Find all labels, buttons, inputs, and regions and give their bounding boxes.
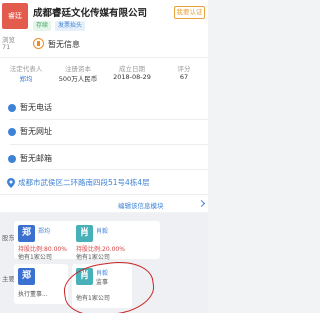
divider xyxy=(10,119,208,120)
address-link[interactable]: 成都市武侯区二环路南四段51号4栋4层 xyxy=(18,177,150,188)
divider xyxy=(10,169,208,170)
intro-icon xyxy=(33,38,44,49)
date-header: 成立日期 xyxy=(119,65,145,73)
phone-text[interactable]: 暂无电话 xyxy=(20,102,52,113)
company-name: 成都睿廷文化传媒有限公司 xyxy=(33,8,148,19)
edit-module-link[interactable]: 编辑该信息模块 xyxy=(118,200,164,210)
divider xyxy=(10,144,208,145)
date-value: 2018-08-29 xyxy=(113,73,151,81)
website-text[interactable]: 暂无网址 xyxy=(20,126,52,137)
legal-rep-value[interactable]: 郑均 xyxy=(0,73,52,83)
divider xyxy=(0,57,208,58)
intro-text: 暂无信息 xyxy=(48,40,80,49)
company-count[interactable]: 他有1家公司 xyxy=(18,252,52,261)
divider xyxy=(0,194,208,195)
score-value[interactable]: 67 xyxy=(160,73,208,81)
phone-icon xyxy=(8,104,16,112)
capital-header: 注册资本 xyxy=(65,65,91,73)
avatar: 郑 xyxy=(18,268,35,285)
avatar: 郑 xyxy=(18,225,35,242)
mail-icon xyxy=(8,155,16,163)
shareholder-name[interactable]: 肖毅 xyxy=(96,226,108,235)
company-logo: 睿廷 xyxy=(2,3,28,29)
globe-icon xyxy=(8,128,16,136)
status-badge: 存续 xyxy=(33,21,52,31)
avatar: 肖 xyxy=(76,225,93,242)
position-text: 执行董事... xyxy=(18,291,48,298)
company-count[interactable]: 他有1家公司 xyxy=(76,252,110,261)
location-pin-icon xyxy=(7,178,15,188)
score-header: 评分 xyxy=(177,65,191,73)
invoice-badge[interactable]: 发票抬头 xyxy=(55,21,86,31)
claim-button[interactable]: 我要认证 xyxy=(174,6,205,19)
capital-value: 500万人民币 xyxy=(58,75,98,83)
email-text[interactable]: 暂无邮箱 xyxy=(20,153,52,164)
shareholder-name[interactable]: 郑均 xyxy=(38,226,50,235)
legal-rep-header: 法定代表人 xyxy=(9,65,43,73)
views-count: 71 xyxy=(2,43,11,51)
